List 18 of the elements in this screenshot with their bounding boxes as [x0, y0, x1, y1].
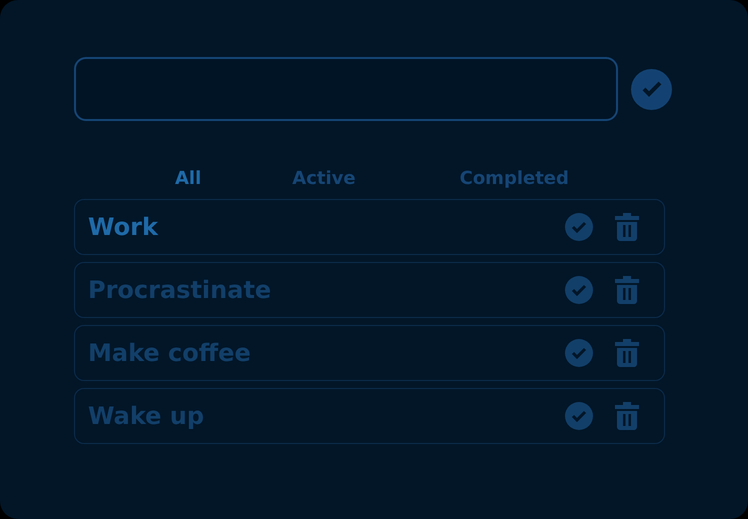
complete-icon[interactable]	[565, 213, 593, 241]
complete-icon[interactable]	[565, 402, 593, 430]
complete-icon[interactable]	[565, 339, 593, 367]
task-text: Work	[88, 213, 160, 241]
add-button[interactable]	[631, 68, 672, 110]
task-input-field[interactable]	[74, 57, 618, 121]
trash-icon[interactable]	[615, 339, 639, 367]
filter-tab[interactable]: Completed	[460, 168, 569, 188]
task-text: Wake up	[88, 402, 206, 430]
filter-tab[interactable]: All	[175, 168, 202, 188]
task-text: Procrastinate	[88, 276, 272, 304]
task-text: Make coffee	[88, 339, 252, 367]
trash-icon[interactable]	[615, 276, 639, 304]
filter-tab[interactable]: Active	[292, 168, 356, 188]
checkmark-icon	[642, 81, 662, 97]
trash-icon[interactable]	[615, 402, 639, 430]
trash-icon[interactable]	[615, 213, 639, 241]
complete-icon[interactable]	[565, 276, 593, 304]
